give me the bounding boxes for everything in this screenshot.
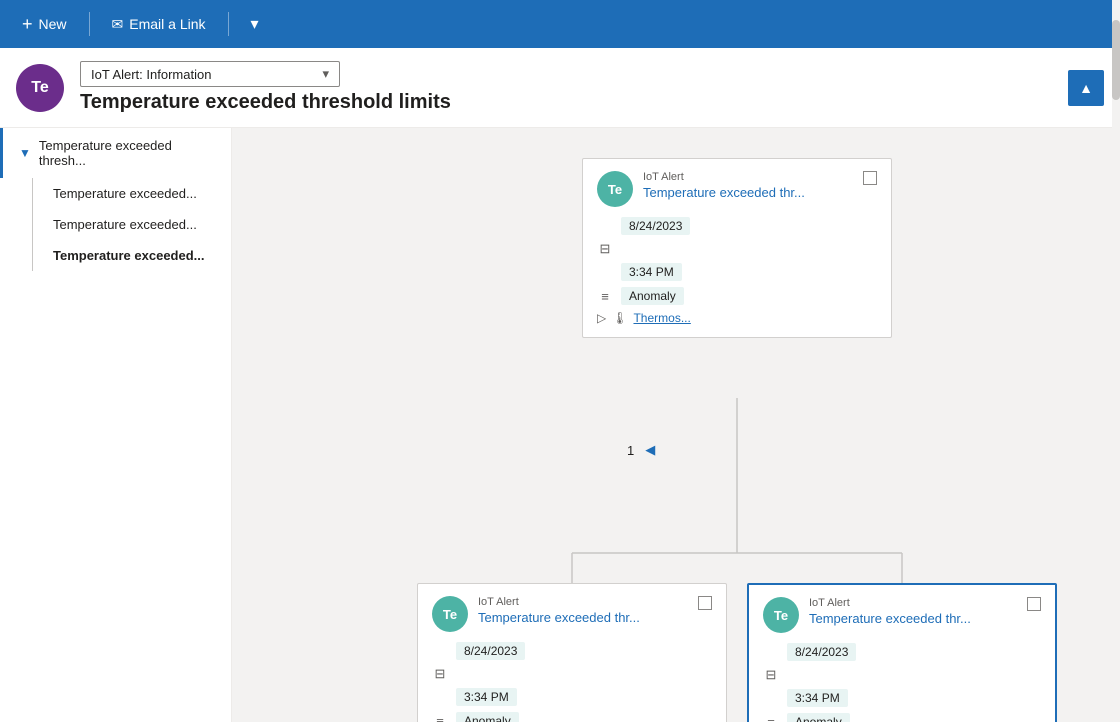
card-icon-field-br: ⊟ [763,667,1041,683]
card-time-field-br: 3:34 PM [763,689,1041,707]
toolbar-divider-2 [228,12,229,36]
sidebar-item-3[interactable]: Temperature exceeded... [45,240,221,271]
copy-icon-top: ⊟ [597,241,613,257]
card-avatar-bl: Te [432,596,468,632]
chevron-down-icon: ▼ [19,146,31,160]
arrow-icon-top: ▷ [597,311,606,325]
toolbar-chevron-button[interactable]: ▾ [241,10,269,38]
card-date-field-bl: 8/24/2023 [432,642,712,660]
copy-icon-bl: ⊟ [432,666,448,682]
sidebar-sub-label-3: Temperature exceeded... [53,248,205,263]
avatar: Te [16,64,64,112]
email-icon: ✉ [112,16,124,33]
header-info: IoT Alert: Information ▾ Temperature exc… [80,61,451,114]
email-link-button[interactable]: ✉ Email a Link [102,10,216,39]
main-layout: ▼ Temperature exceeded thresh... Tempera… [0,128,1120,722]
page-number: 1 [627,443,634,458]
card-type-br: IoT Alert [809,597,1017,609]
copy-icon-br: ⊟ [763,667,779,683]
card-date-bl: 8/24/2023 [456,642,525,660]
chevron-up-icon: ▲ [1079,80,1093,96]
card-title-top: Temperature exceeded thr... [643,185,853,202]
list-icon-br: ≡ [763,715,779,722]
card-type-top: IoT Alert [643,171,853,183]
card-checkbox-top[interactable] [863,171,877,185]
card-title-area-bl: IoT Alert Temperature exceeded thr... [478,596,688,627]
card-checkbox-bl[interactable] [698,596,712,610]
card-title-bl: Temperature exceeded thr... [478,610,688,627]
card-bottom-top: ▷ 🌡 Thermos... [597,311,877,325]
card-time-top: 3:34 PM [621,263,682,281]
list-icon-bl: ≡ [432,714,448,722]
plus-icon: + [22,14,33,35]
card-time-bl: 3:34 PM [456,688,517,706]
card-anomaly-field-bl: ≡ Anomaly [432,712,712,722]
toolbar: + New ✉ Email a Link ▾ [0,0,1120,48]
pagination: 1 ◀ [627,438,662,462]
card-avatar-top: Te [597,171,633,207]
collapse-button[interactable]: ▲ [1068,70,1104,106]
sidebar-sub-label-2: Temperature exceeded... [53,217,197,232]
pagination-prev-button[interactable]: ◀ [638,438,662,462]
card-avatar-br: Te [763,597,799,633]
bottom-right-card[interactable]: Te IoT Alert Temperature exceeded thr...… [747,583,1057,722]
card-time-field-bl: 3:34 PM [432,688,712,706]
sidebar-parent-label: Temperature exceeded thresh... [39,138,215,168]
card-date-field-top: 8/24/2023 [597,217,877,235]
card-anomaly-br: Anomaly [787,713,850,722]
new-button[interactable]: + New [12,8,77,41]
top-card[interactable]: Te IoT Alert Temperature exceeded thr...… [582,158,892,338]
card-date-br: 8/24/2023 [787,643,856,661]
card-time-field-top: 3:34 PM [597,263,877,281]
sidebar-item-parent[interactable]: ▼ Temperature exceeded thresh... [0,128,231,178]
card-type-bl: IoT Alert [478,596,688,608]
sidebar: ▼ Temperature exceeded thresh... Tempera… [0,128,232,722]
sidebar-sub-list: Temperature exceeded... Temperature exce… [0,178,231,271]
card-anomaly-top: Anomaly [621,287,684,305]
email-label: Email a Link [129,16,205,32]
card-icon-field-bl: ⊟ [432,666,712,682]
card-anomaly-bl: Anomaly [456,712,519,722]
card-checkbox-br[interactable] [1027,597,1041,611]
card-anomaly-field-top: ≡ Anomaly [597,287,877,305]
chevron-down-icon: ▾ [322,66,329,82]
card-title-area-top: IoT Alert Temperature exceeded thr... [643,171,853,202]
header: Te IoT Alert: Information ▾ Temperature … [0,48,1120,128]
canvas-area: Te IoT Alert Temperature exceeded thr...… [232,128,1120,722]
bottom-left-card[interactable]: Te IoT Alert Temperature exceeded thr...… [417,583,727,722]
card-date-top: 8/24/2023 [621,217,690,235]
page-title: Temperature exceeded threshold limits [80,91,451,114]
sidebar-item-1[interactable]: Temperature exceeded... [45,178,213,209]
card-anomaly-field-br: ≡ Anomaly [763,713,1041,722]
card-icon-field-top: ⊟ [597,241,877,257]
new-label: New [39,16,67,32]
toolbar-divider [89,12,90,36]
thermos-icon-top: 🌡 [612,311,627,325]
header-dropdown[interactable]: IoT Alert: Information ▾ [80,61,340,87]
sidebar-item-2[interactable]: Temperature exceeded... [45,209,213,240]
card-date-field-br: 8/24/2023 [763,643,1041,661]
card-time-br: 3:34 PM [787,689,848,707]
chevron-down-icon: ▾ [251,14,259,34]
card-title-area-br: IoT Alert Temperature exceeded thr... [809,597,1017,628]
sidebar-sub-label-1: Temperature exceeded... [53,186,197,201]
dropdown-label: IoT Alert: Information [91,67,211,82]
card-link-top[interactable]: Thermos... [633,311,690,325]
card-title-br: Temperature exceeded thr... [809,611,1017,628]
list-icon-top: ≡ [597,289,613,304]
